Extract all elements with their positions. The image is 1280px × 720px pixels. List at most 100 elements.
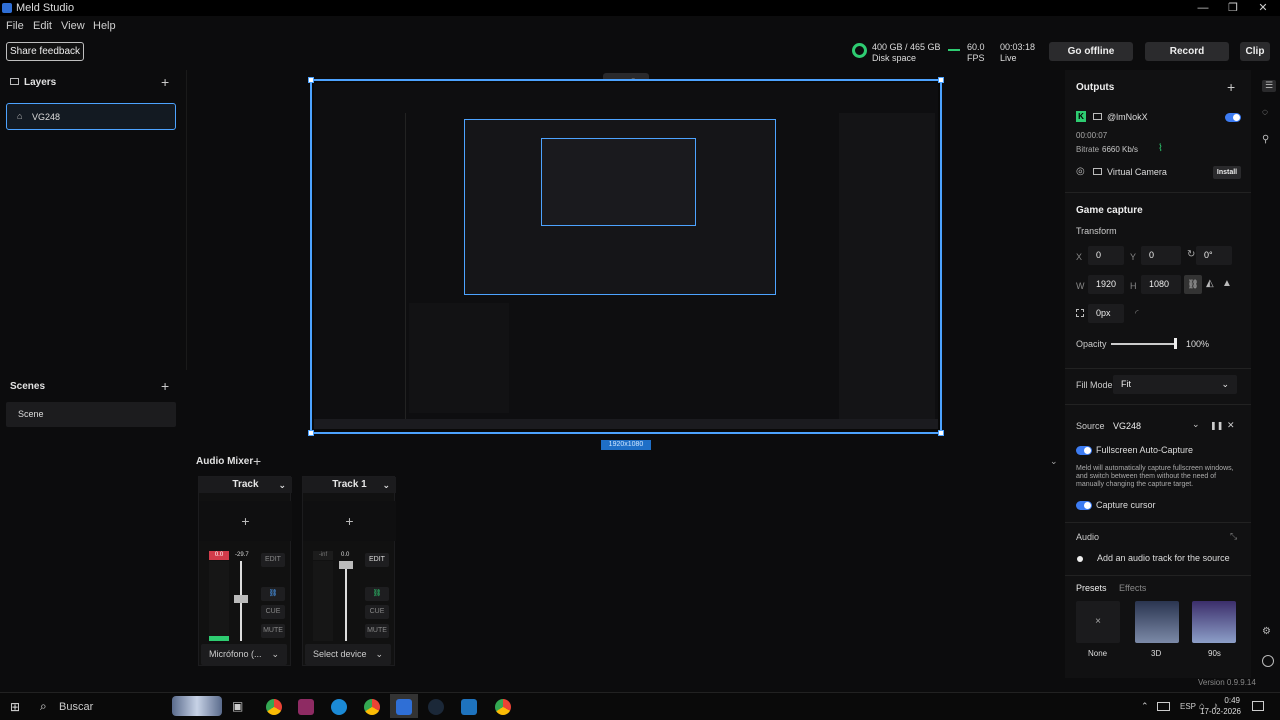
capture-cursor-toggle[interactable] <box>1076 501 1092 510</box>
crop-icon <box>1076 309 1084 317</box>
preset-none-thumb[interactable]: × <box>1076 601 1120 643</box>
game-capture-title: Game capture <box>1076 205 1143 216</box>
device-select[interactable]: Micrófono (... ⌄ <box>201 644 287 665</box>
track-header[interactable]: Track ⌄ <box>199 477 292 493</box>
add-filter-button[interactable]: + <box>303 501 396 541</box>
share-feedback-button[interactable]: Share feedback <box>6 42 84 61</box>
virtual-camera-label: Virtual Camera <box>1107 167 1167 177</box>
height-input[interactable]: 1080 <box>1141 275 1181 294</box>
collapse-icon[interactable]: ⤡ <box>1230 531 1237 542</box>
properties-icon[interactable]: ☰ <box>1262 80 1276 92</box>
layer-item[interactable]: ⌂ VG248 <box>6 103 176 130</box>
chevron-up-icon[interactable]: ⌃ <box>1141 701 1149 712</box>
tab-presets[interactable]: Presets <box>1076 583 1107 593</box>
cue-button[interactable]: CUE <box>261 605 285 619</box>
close-icon[interactable]: ✕ <box>1227 420 1235 431</box>
volume-fader-handle[interactable] <box>234 595 248 603</box>
add-filter-button[interactable]: + <box>199 501 292 541</box>
minimize-icon[interactable]: — <box>1188 0 1218 16</box>
chevron-down-icon[interactable]: ⌄ <box>382 477 390 493</box>
tab-effects[interactable]: Effects <box>1119 583 1146 593</box>
source-value[interactable]: VG248 <box>1113 421 1141 431</box>
search-icon[interactable]: ⌕ <box>40 699 47 714</box>
chrome-icon[interactable] <box>364 699 380 715</box>
link-icon[interactable]: ⛓ <box>261 587 285 601</box>
resize-handle[interactable] <box>308 430 314 436</box>
app-logo-icon <box>2 3 12 13</box>
chrome-icon[interactable] <box>266 699 282 715</box>
menu-help[interactable]: Help <box>93 20 116 32</box>
link-icon[interactable]: ⛓ <box>365 587 389 601</box>
preset-3d-thumb[interactable] <box>1135 601 1179 643</box>
mute-button[interactable]: MUTE <box>261 624 285 638</box>
keyboard-icon[interactable] <box>1157 702 1170 711</box>
menu-file[interactable]: File <box>6 20 24 32</box>
install-button[interactable]: Install <box>1213 166 1241 179</box>
device-select[interactable]: Select device ⌄ <box>305 644 391 665</box>
x-input[interactable]: 0 <box>1088 246 1124 265</box>
chevron-down-icon[interactable]: ⌄ <box>278 477 286 493</box>
preset-label: 90s <box>1208 649 1221 658</box>
language-label[interactable]: ESP <box>1180 702 1196 711</box>
volume-fader-handle[interactable] <box>339 561 353 569</box>
preset-90s-thumb[interactable] <box>1192 601 1236 643</box>
scene-item[interactable]: Scene <box>6 402 176 427</box>
cue-button[interactable]: CUE <box>365 605 389 619</box>
edge-icon[interactable] <box>331 699 347 715</box>
notification-icon[interactable] <box>1252 701 1264 711</box>
flip-horizontal-icon[interactable]: ◭ <box>1206 278 1214 289</box>
pause-icon[interactable]: ❚❚ <box>1210 421 1223 430</box>
preview-canvas[interactable] <box>308 77 944 436</box>
steam-icon[interactable] <box>428 699 444 715</box>
chevron-down-icon[interactable]: ⌄ <box>1192 419 1200 430</box>
windows-start-icon[interactable]: ⊞ <box>10 701 22 713</box>
opacity-slider[interactable] <box>1111 343 1176 345</box>
edit-button[interactable]: EDIT <box>261 553 285 567</box>
y-input[interactable]: 0 <box>1141 246 1181 265</box>
radio-icon[interactable] <box>1077 556 1083 562</box>
clock-time[interactable]: 0:49 <box>1214 696 1240 705</box>
chat-icon[interactable]: ◌ <box>1262 107 1268 118</box>
clip-button[interactable]: Clip <box>1240 42 1270 61</box>
menu-edit[interactable]: Edit <box>33 20 52 32</box>
taskbar-search-label[interactable]: Buscar <box>59 701 93 713</box>
task-view-icon[interactable]: ▣ <box>232 699 248 715</box>
broadcast-icon[interactable]: ⚲ <box>1262 134 1269 145</box>
rotation-input[interactable]: 0° <box>1196 246 1232 265</box>
chrome-icon[interactable] <box>495 699 511 715</box>
add-output-icon[interactable]: + <box>1227 80 1235 94</box>
menu-view[interactable]: View <box>61 20 85 32</box>
add-scene-icon[interactable]: + <box>161 379 169 393</box>
clock-date[interactable]: 17-02-2026 <box>1197 707 1241 716</box>
side-toolbar: ☰ ◌ ⚲ ⚙ <box>1255 70 1280 678</box>
mute-button[interactable]: MUTE <box>365 624 389 638</box>
fullscreen-toggle[interactable] <box>1076 446 1092 455</box>
crop-input[interactable]: 0px <box>1088 304 1124 323</box>
add-audio-track-label[interactable]: Add an audio track for the source <box>1097 553 1230 563</box>
add-layer-icon[interactable]: + <box>161 75 169 89</box>
record-button[interactable]: Record <box>1145 42 1229 61</box>
rotate-icon: ↻ <box>1187 249 1196 260</box>
edit-button[interactable]: EDIT <box>365 553 389 567</box>
output-toggle[interactable] <box>1225 113 1241 122</box>
resize-handle[interactable] <box>308 77 314 83</box>
track-header[interactable]: Track 1 ⌄ <box>303 477 396 493</box>
add-track-icon[interactable]: + <box>253 454 261 468</box>
collapse-mixer-icon[interactable]: ⌄ <box>1050 456 1058 467</box>
flip-vertical-icon[interactable]: ▲ <box>1222 278 1232 289</box>
width-input[interactable]: 1920 <box>1088 275 1124 294</box>
close-icon[interactable]: ✕ <box>1248 0 1278 16</box>
maximize-icon[interactable]: ❐ <box>1218 0 1248 16</box>
divider <box>1065 192 1251 193</box>
app-icon[interactable] <box>461 699 477 715</box>
link-icon[interactable]: ⛓ <box>1184 275 1202 294</box>
opacity-slider-handle[interactable] <box>1174 338 1177 349</box>
resize-handle[interactable] <box>938 430 944 436</box>
meld-studio-icon[interactable] <box>396 699 412 715</box>
avatar[interactable] <box>1262 655 1274 667</box>
fill-mode-select[interactable]: Fit ⌄ <box>1113 375 1237 394</box>
go-offline-button[interactable]: Go offline <box>1049 42 1133 61</box>
resize-handle[interactable] <box>938 77 944 83</box>
settings-icon[interactable]: ⚙ <box>1262 626 1271 637</box>
app-icon[interactable] <box>298 699 314 715</box>
